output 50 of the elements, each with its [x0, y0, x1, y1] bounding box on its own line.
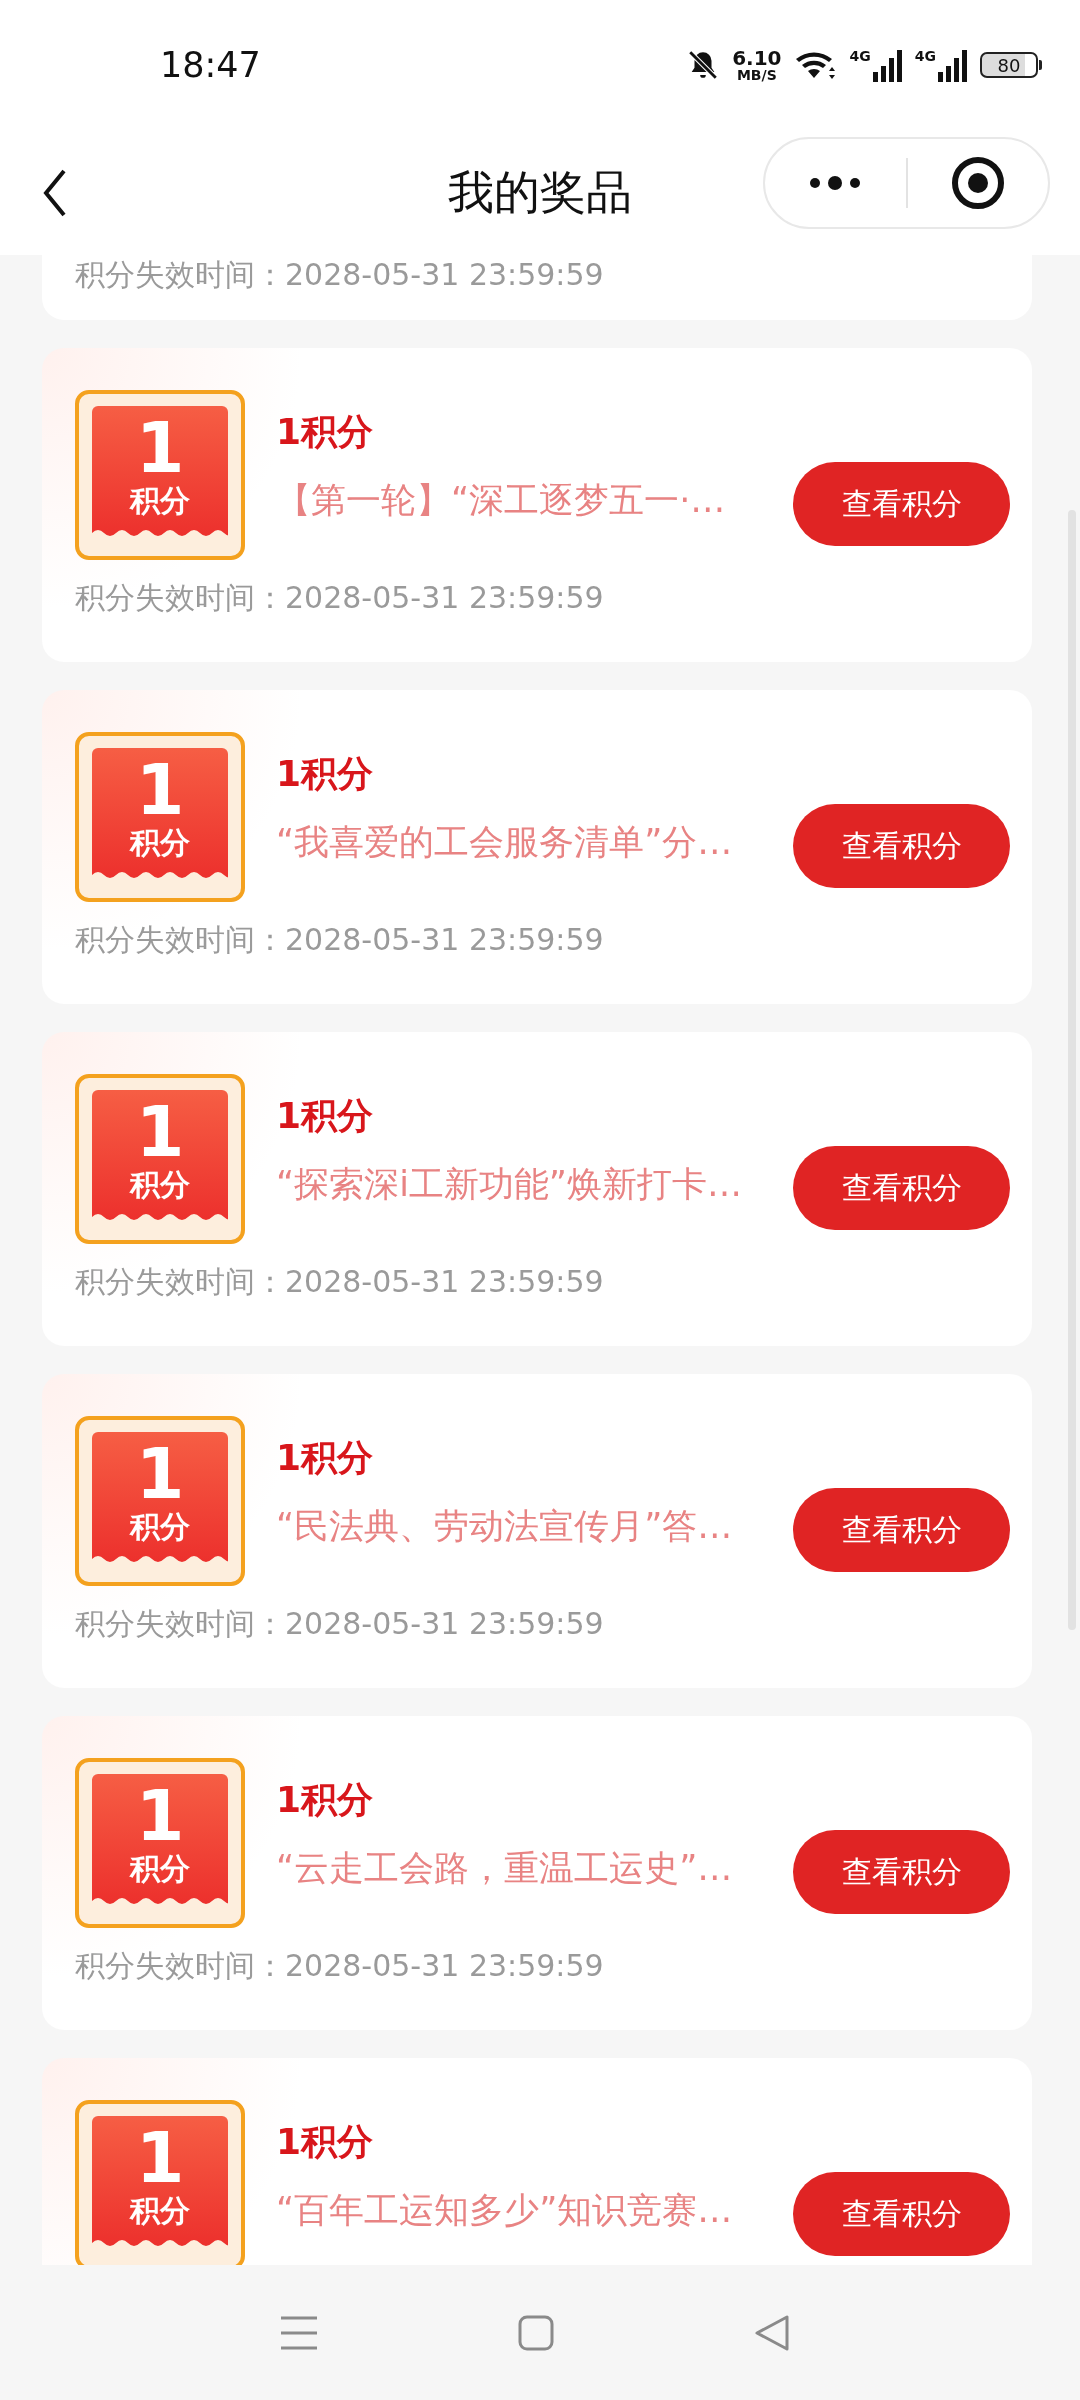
- prize-title: “探索深i工新功能”焕新打卡…: [276, 1163, 743, 1206]
- prize-points: 1积分: [276, 1436, 375, 1480]
- prize-points: 1积分: [276, 410, 375, 454]
- view-points-button[interactable]: 查看积分: [793, 804, 1010, 888]
- more-icon: [809, 176, 862, 190]
- badge-unit: 积分: [130, 1510, 190, 1544]
- badge-value: 1: [135, 412, 185, 484]
- badge-unit: 积分: [130, 2194, 190, 2228]
- network-type: 4G: [849, 48, 871, 64]
- badge-unit: 积分: [130, 1168, 190, 1202]
- signal-icon: [872, 50, 903, 82]
- prize-points: 1积分: [276, 2120, 375, 2164]
- badge-value: 1: [135, 1780, 185, 1852]
- badge-value: 1: [135, 754, 185, 826]
- prize-title: “民法典、劳动法宣传月”答…: [276, 1505, 734, 1548]
- view-points-button[interactable]: 查看积分: [793, 1146, 1010, 1230]
- prize-title: 【第一轮】“深工逐梦五一·…: [276, 479, 727, 522]
- signal-icon: [938, 50, 968, 82]
- speed-unit: MB/S: [736, 68, 777, 82]
- prize-points: 1积分: [276, 1778, 375, 1822]
- badge-value: 1: [135, 1096, 185, 1168]
- view-points-button[interactable]: 查看积分: [793, 1830, 1010, 1914]
- view-points-button[interactable]: 查看积分: [793, 1488, 1010, 1572]
- page-title: 我的奖品: [448, 163, 632, 221]
- badge-unit: 积分: [130, 826, 190, 860]
- badge-value: 1: [135, 2122, 185, 2194]
- status-time: 18:47: [160, 45, 261, 85]
- expiry-time: 积分失效时间：2028-05-31 23:59:59: [75, 579, 605, 617]
- view-points-button[interactable]: 查看积分: [793, 2172, 1010, 2256]
- prize-points: 1积分: [276, 1094, 375, 1138]
- expiry-time: 积分失效时间：2028-05-31 23:59:59: [75, 257, 605, 293]
- expiry-time: 积分失效时间：2028-05-31 23:59:59: [75, 1605, 605, 1643]
- back-icon[interactable]: [42, 168, 68, 218]
- battery-level: 80: [997, 54, 1021, 76]
- prize-points: 1积分: [276, 752, 375, 796]
- prize-title: “云走工会路，重温工运史”…: [276, 1847, 734, 1890]
- network-speed: 6.10: [732, 48, 782, 68]
- prize-title: “百年工运知多少”知识竞赛…: [276, 2189, 734, 2232]
- expiry-time: 积分失效时间：2028-05-31 23:59:59: [75, 1263, 605, 1301]
- view-points-button[interactable]: 查看积分: [793, 462, 1010, 546]
- prize-title: “我喜爱的工会服务清单”分…: [276, 821, 734, 864]
- expiry-time: 积分失效时间：2028-05-31 23:59:59: [75, 1947, 605, 1985]
- badge-unit: 积分: [130, 1852, 190, 1886]
- expiry-time: 积分失效时间：2028-05-31 23:59:59: [75, 921, 605, 959]
- badge-value: 1: [135, 1438, 185, 1510]
- menu-icon[interactable]: [280, 2314, 318, 2351]
- home-icon[interactable]: [518, 2314, 554, 2351]
- network-type: 4G: [914, 48, 936, 64]
- target-icon: [950, 156, 1005, 210]
- badge-unit: 积分: [130, 484, 190, 518]
